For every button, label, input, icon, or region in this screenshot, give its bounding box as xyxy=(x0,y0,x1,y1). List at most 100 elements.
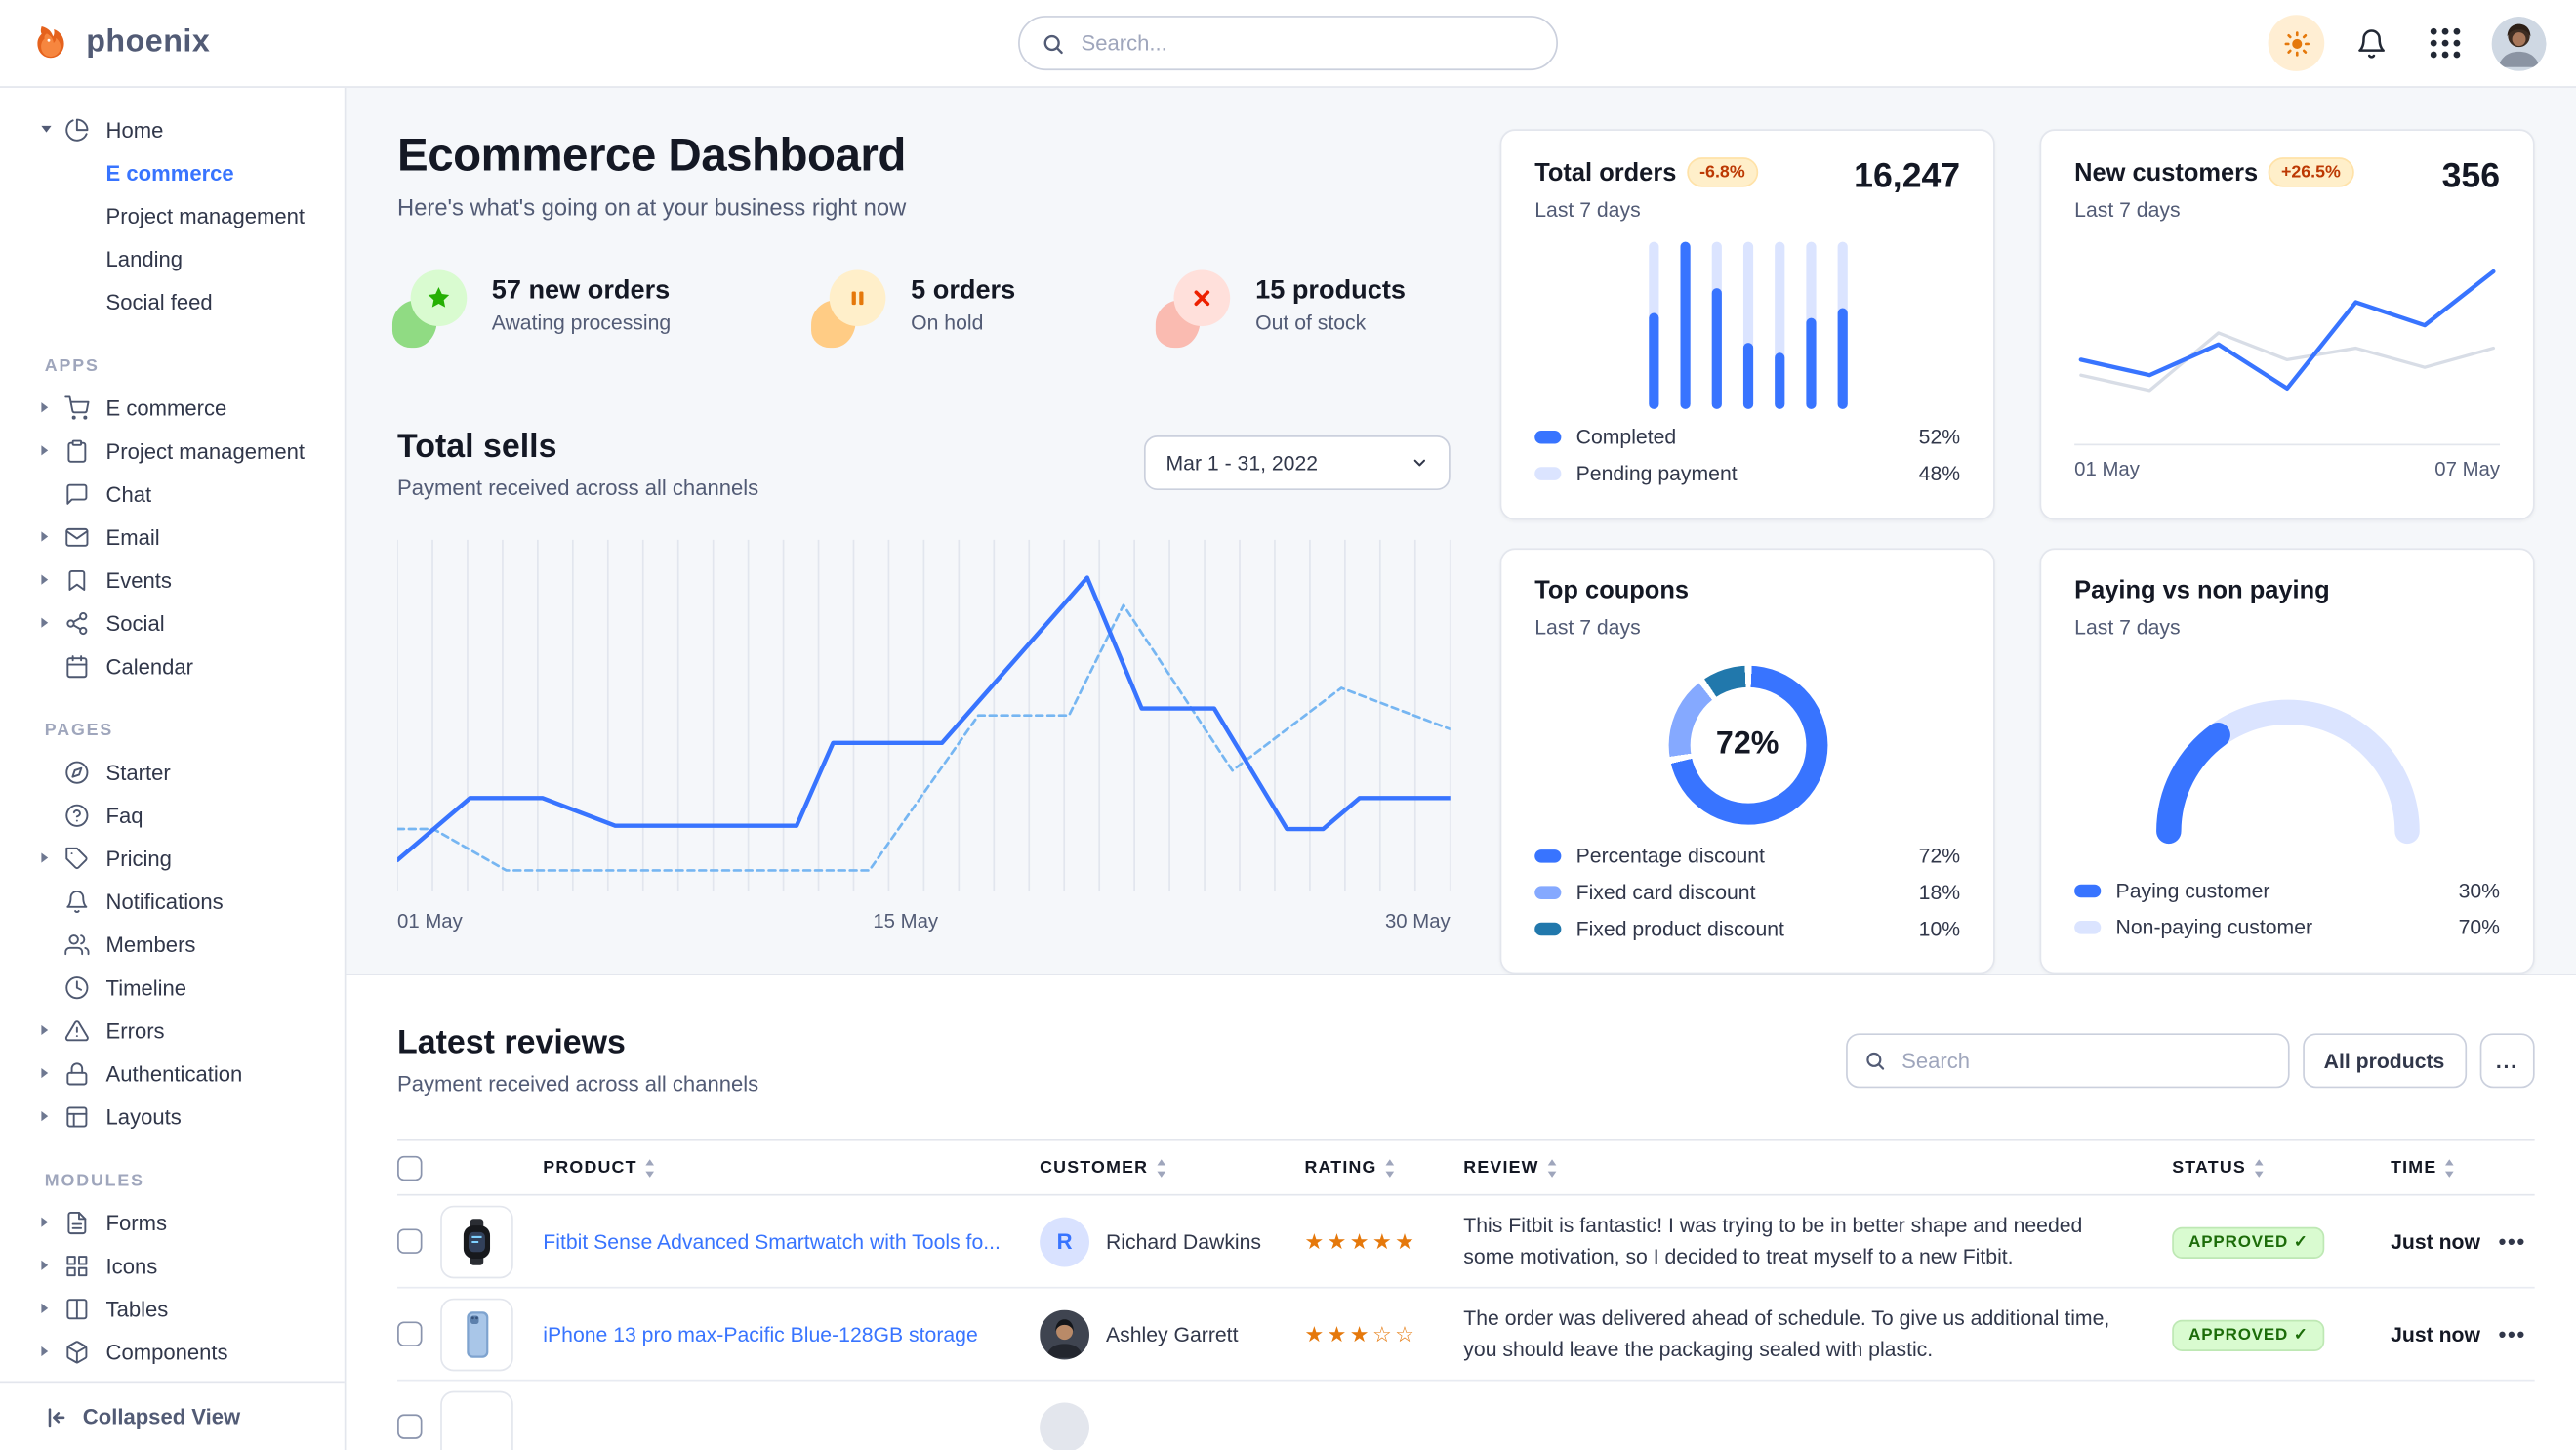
sort-icon xyxy=(1383,1158,1395,1177)
sidebar-item-tables[interactable]: Tables xyxy=(0,1287,345,1330)
sidebar-item-components[interactable]: Components xyxy=(0,1330,345,1373)
reviews-table-header: PRODUCT CUSTOMER RATING REVIEW STATUS TI… xyxy=(397,1139,2535,1196)
stat-15-products: 15 productsOut of stock xyxy=(1161,269,1405,339)
total-orders-legend: Completed52%Pending payment48% xyxy=(1534,419,1960,492)
select-all-checkbox[interactable] xyxy=(397,1155,422,1180)
chat-icon xyxy=(64,480,91,507)
sidebar-item-pricing[interactable]: Pricing xyxy=(0,837,345,880)
sidebar-item-label: Email xyxy=(106,524,160,549)
column-header-rating[interactable]: RATING xyxy=(1304,1158,1463,1178)
stat-subtitle: Out of stock xyxy=(1255,311,1406,334)
column-header-status[interactable]: STATUS xyxy=(2172,1158,2391,1178)
caret-down-icon xyxy=(41,126,62,133)
user-avatar-button[interactable] xyxy=(2492,16,2547,70)
sidebar-item-social[interactable]: Social xyxy=(0,601,345,644)
brand-logo[interactable]: phoenix xyxy=(30,21,211,65)
sidebar-item-errors[interactable]: Errors xyxy=(0,1009,345,1052)
product-thumbnail[interactable] xyxy=(440,1298,513,1371)
new-customers-line-chart xyxy=(2074,228,2500,440)
sidebar-item-label: Pricing xyxy=(106,846,172,870)
sidebar-item-layouts[interactable]: Layouts xyxy=(0,1095,345,1138)
navbar-actions xyxy=(2269,15,2547,71)
sidebar-item-project-management[interactable]: Project management xyxy=(0,429,345,472)
sidebar-item-e-commerce[interactable]: E commerce xyxy=(0,150,345,193)
sidebar-item-notifications[interactable]: Notifications xyxy=(0,880,345,923)
sort-icon xyxy=(2443,1158,2455,1177)
legend-label: Paying customer xyxy=(2116,880,2270,903)
caret-right-icon xyxy=(41,445,62,455)
reviews-title: Latest reviews xyxy=(397,1025,758,1063)
clipboard-icon xyxy=(64,437,91,464)
axis-label: 30 May xyxy=(1385,909,1451,932)
legend-row-non-paying-customer: Non-paying customer70% xyxy=(2074,909,2500,945)
sidebar-item-forms[interactable]: Forms xyxy=(0,1201,345,1244)
sidebar-item-authentication[interactable]: Authentication xyxy=(0,1052,345,1095)
column-header-customer[interactable]: CUSTOMER xyxy=(1040,1158,1304,1178)
sidebar-item-social-feed[interactable]: Social feed xyxy=(0,280,345,323)
sidebar-item-events[interactable]: Events xyxy=(0,559,345,601)
caret-right-icon xyxy=(41,1261,62,1270)
axis-label: 15 May xyxy=(873,909,938,932)
customer-cell: Ashley Garrett xyxy=(1040,1309,1304,1359)
stat-title: 57 new orders xyxy=(492,275,671,306)
total-sells-subtitle: Payment received across all channels xyxy=(397,476,758,500)
sidebar-item-email[interactable]: Email xyxy=(0,515,345,558)
navbar-search[interactable] xyxy=(1018,16,1558,70)
product-thumbnail[interactable] xyxy=(440,1205,513,1278)
date-range-select[interactable]: Mar 1 - 31, 2022 xyxy=(1144,435,1450,490)
sidebar-item-label: Home xyxy=(106,117,164,142)
file-text-icon xyxy=(64,1209,91,1235)
cart-icon xyxy=(64,394,91,421)
top-navbar: phoenix xyxy=(0,0,2576,88)
apps-grid-button[interactable] xyxy=(2417,15,2474,71)
sidebar-item-label: Chat xyxy=(106,481,152,506)
row-checkbox[interactable] xyxy=(397,1321,422,1346)
review-row: Fitbit Sense Advanced Smartwatch with To… xyxy=(397,1196,2535,1289)
reviews-search-input[interactable] xyxy=(1899,1047,2271,1075)
product-link[interactable]: iPhone 13 pro max-Pacific Blue-128GB sto… xyxy=(543,1322,1040,1346)
row-checkbox[interactable] xyxy=(397,1414,422,1438)
reviews-menu-button[interactable]: ... xyxy=(2479,1033,2535,1088)
notifications-button[interactable] xyxy=(2343,15,2399,71)
sidebar-item-label: Layouts xyxy=(106,1103,182,1128)
column-header-product[interactable]: PRODUCT xyxy=(543,1158,1040,1178)
sidebar-item-e-commerce[interactable]: E commerce xyxy=(0,386,345,429)
sidebar-item-icons[interactable]: Icons xyxy=(0,1244,345,1287)
theme-toggle-button[interactable] xyxy=(2269,15,2325,71)
sidebar-item-faq[interactable]: Faq xyxy=(0,793,345,836)
row-menu-button[interactable]: ••• xyxy=(2490,1228,2535,1253)
sidebar-section-label: MODULES xyxy=(0,1161,345,1201)
pause-icon xyxy=(816,269,885,339)
grid-icon xyxy=(64,1252,91,1278)
customer-name: Ashley Garrett xyxy=(1106,1322,1238,1346)
product-thumbnail[interactable] xyxy=(440,1390,513,1450)
legend-row-completed: Completed52% xyxy=(1534,419,1960,455)
search-input[interactable] xyxy=(1078,29,1534,58)
sidebar-item-home[interactable]: Home xyxy=(0,107,345,150)
trend-badge: -6.8% xyxy=(1687,157,1759,187)
sidebar-item-timeline[interactable]: Timeline xyxy=(0,966,345,1009)
sidebar-item-calendar[interactable]: Calendar xyxy=(0,644,345,687)
legend-chip xyxy=(1534,886,1561,899)
latest-reviews-section: Latest reviews Payment received across a… xyxy=(346,975,2576,1450)
order-bar xyxy=(1806,242,1816,409)
product-link[interactable]: Fitbit Sense Advanced Smartwatch with To… xyxy=(543,1229,1040,1253)
review-row xyxy=(397,1382,2535,1450)
sidebar-item-project-management[interactable]: Project management xyxy=(0,193,345,236)
legend-chip xyxy=(1534,467,1561,480)
reviews-search[interactable] xyxy=(1846,1033,2290,1088)
column-header-review[interactable]: REVIEW xyxy=(1463,1158,2172,1178)
sidebar-item-starter[interactable]: Starter xyxy=(0,750,345,793)
caret-right-icon xyxy=(41,618,62,628)
sort-icon xyxy=(1155,1158,1166,1177)
new-customers-x-axis: 01 May 07 May xyxy=(2074,444,2500,480)
sidebar-item-landing[interactable]: Landing xyxy=(0,237,345,280)
row-menu-button[interactable]: ••• xyxy=(2490,1321,2535,1346)
all-products-button[interactable]: All products xyxy=(2303,1033,2467,1088)
date-range-value: Mar 1 - 31, 2022 xyxy=(1165,451,1318,475)
sidebar-item-members[interactable]: Members xyxy=(0,923,345,966)
collapsed-view-toggle[interactable]: Collapsed View xyxy=(0,1382,345,1450)
row-checkbox[interactable] xyxy=(397,1228,422,1253)
sidebar-item-chat[interactable]: Chat xyxy=(0,472,345,515)
column-header-time[interactable]: TIME xyxy=(2391,1158,2490,1178)
